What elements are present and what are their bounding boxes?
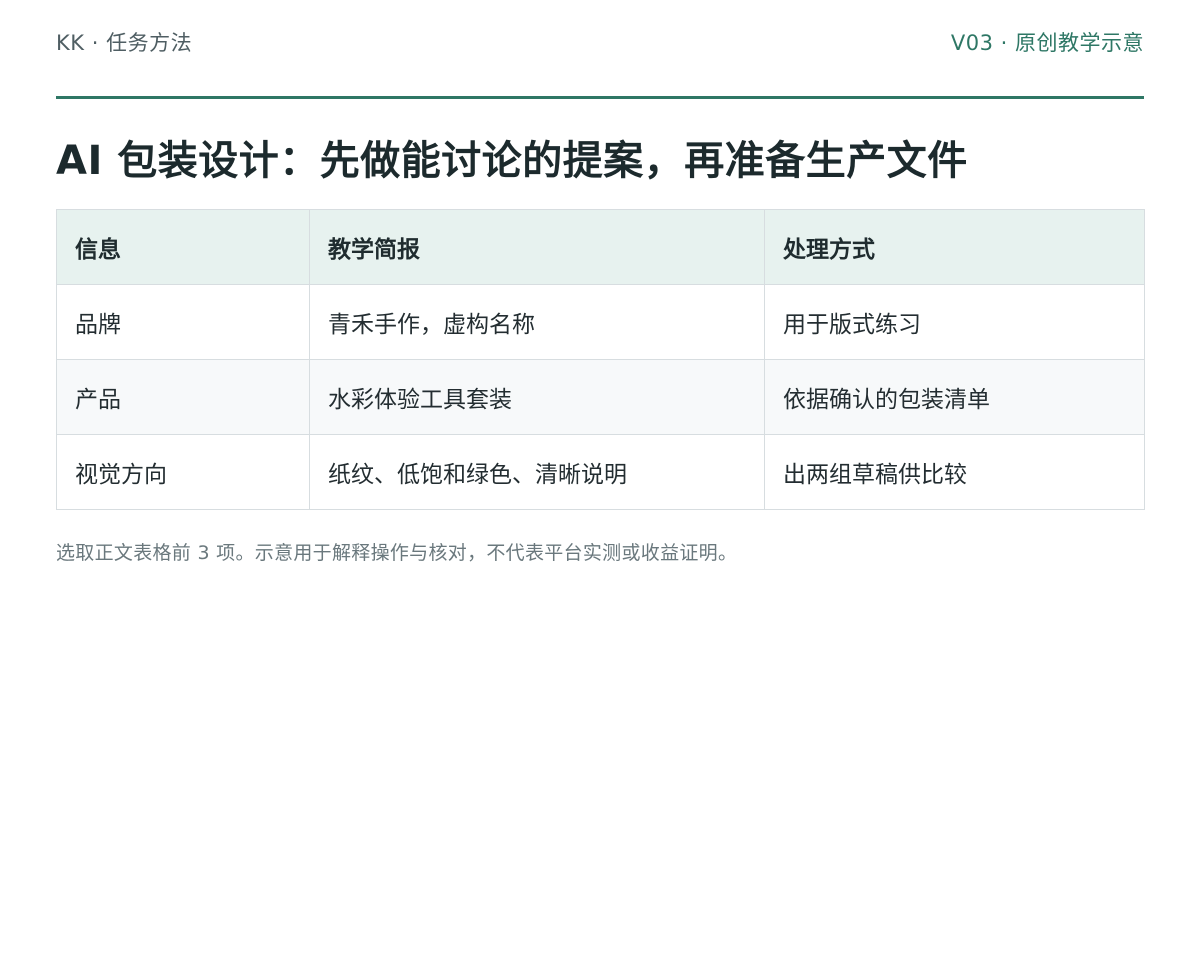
- table-row: 品牌 青禾手作，虚构名称 用于版式练习: [56, 284, 1145, 360]
- table-cell-info: 品牌: [56, 284, 310, 360]
- table-cell-info: 视觉方向: [56, 434, 310, 510]
- table-row: 产品 水彩体验工具套装 依据确认的包装清单: [56, 359, 1145, 435]
- page-title: AI 包装设计：先做能讨论的提案，再准备生产文件: [56, 138, 968, 184]
- table-cell-brief: 青禾手作，虚构名称: [309, 284, 765, 360]
- series-label: KK · 任务方法: [56, 31, 193, 55]
- table-cell-brief: 纸纹、低饱和绿色、清晰说明: [309, 434, 765, 510]
- table-cell-handling: 出两组草稿供比较: [764, 434, 1145, 510]
- column-header-handling: 处理方式: [764, 209, 1145, 285]
- column-header-info: 信息: [56, 209, 310, 285]
- table-cell-handling: 用于版式练习: [764, 284, 1145, 360]
- footnote: 选取正文表格前 3 项。示意用于解释操作与核对，不代表平台实测或收益证明。: [56, 542, 738, 564]
- table-cell-handling: 依据确认的包装清单: [764, 359, 1145, 435]
- table-header-row: 信息 教学简报 处理方式: [56, 209, 1145, 285]
- version-label: V03 · 原创教学示意: [950, 31, 1144, 55]
- table-row: 视觉方向 纸纹、低饱和绿色、清晰说明 出两组草稿供比较: [56, 434, 1145, 510]
- info-table: 信息 教学简报 处理方式 品牌 青禾手作，虚构名称 用于版式练习 产品 水彩体验…: [56, 209, 1145, 510]
- header-bar: KK · 任务方法 V03 · 原创教学示意: [56, 0, 1144, 99]
- page: KK · 任务方法 V03 · 原创教学示意 AI 包装设计：先做能讨论的提案，…: [0, 0, 1200, 960]
- table-cell-brief: 水彩体验工具套装: [309, 359, 765, 435]
- table-cell-info: 产品: [56, 359, 310, 435]
- column-header-brief: 教学简报: [309, 209, 765, 285]
